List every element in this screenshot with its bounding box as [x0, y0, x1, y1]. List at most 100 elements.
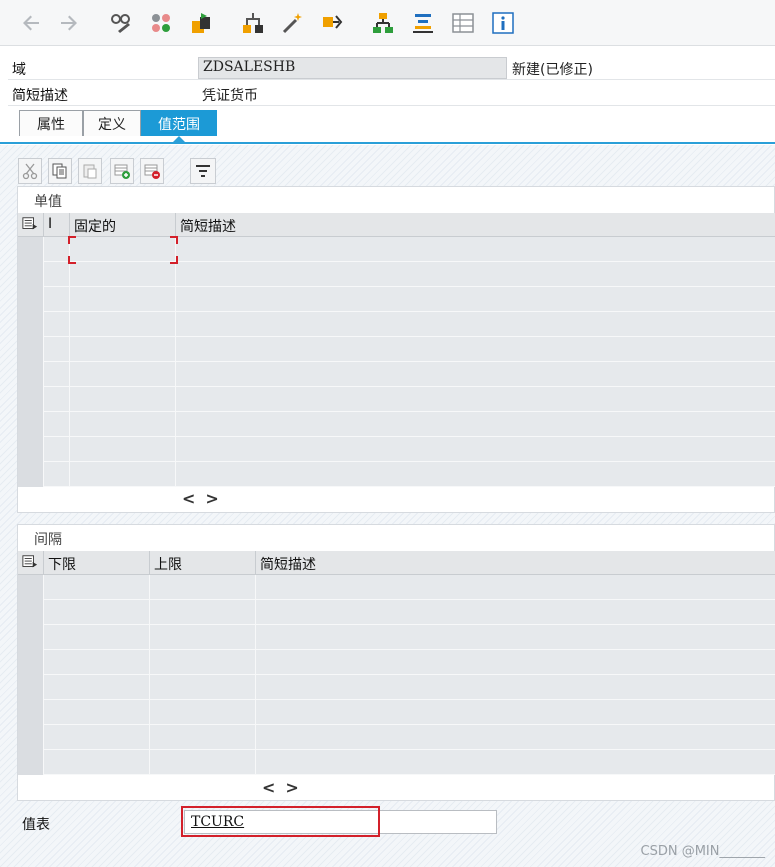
row-selector[interactable]	[18, 437, 44, 462]
single-value-cell[interactable]	[176, 237, 775, 262]
single-value-cell[interactable]	[44, 337, 70, 362]
interval-cell[interactable]	[150, 700, 256, 725]
row-selector[interactable]	[18, 387, 44, 412]
forward-arrow-icon[interactable]	[56, 10, 82, 36]
interval-cell[interactable]	[150, 575, 256, 600]
single-value-cell[interactable]	[44, 387, 70, 412]
row-selector[interactable]	[18, 650, 44, 675]
column-header-i[interactable]: I	[44, 213, 70, 237]
column-header-short-description[interactable]: 简短描述	[176, 213, 775, 237]
single-value-cell[interactable]	[70, 387, 176, 412]
interval-cell[interactable]	[256, 725, 775, 750]
interval-cell[interactable]	[150, 650, 256, 675]
interval-cell[interactable]	[256, 600, 775, 625]
single-value-cell[interactable]	[176, 437, 775, 462]
info-icon[interactable]	[490, 10, 516, 36]
column-header-short-description[interactable]: 简短描述	[256, 551, 775, 575]
single-value-cell[interactable]	[44, 312, 70, 337]
interval-cell[interactable]	[150, 625, 256, 650]
interval-cell[interactable]	[44, 625, 150, 650]
interval-cell[interactable]	[150, 750, 256, 775]
single-value-cell[interactable]	[176, 412, 775, 437]
row-selector[interactable]	[18, 312, 44, 337]
table-row[interactable]	[18, 412, 775, 437]
select-all-icon[interactable]	[18, 213, 44, 237]
scroll-right-icon[interactable]: >	[285, 778, 298, 797]
single-value-cell[interactable]	[70, 412, 176, 437]
scroll-right-icon[interactable]: >	[205, 489, 218, 508]
table-view-icon[interactable]	[450, 10, 476, 36]
single-value-cell[interactable]	[176, 362, 775, 387]
table-row[interactable]	[18, 600, 775, 625]
interval-cell[interactable]	[44, 725, 150, 750]
single-value-cell[interactable]	[70, 287, 176, 312]
single-value-cell[interactable]	[176, 337, 775, 362]
single-value-cell[interactable]	[44, 362, 70, 387]
single-value-cell[interactable]	[44, 462, 70, 487]
single-value-cell[interactable]	[70, 437, 176, 462]
table-row[interactable]	[18, 312, 775, 337]
interval-cell[interactable]	[150, 725, 256, 750]
tab-value-range[interactable]: 值范围	[141, 110, 217, 136]
table-row[interactable]	[18, 725, 775, 750]
interval-cell[interactable]	[44, 600, 150, 625]
row-selector[interactable]	[18, 337, 44, 362]
interval-cell[interactable]	[256, 750, 775, 775]
table-row[interactable]	[18, 625, 775, 650]
select-all-icon[interactable]	[18, 551, 44, 575]
navigate-object-icon[interactable]	[320, 10, 346, 36]
table-row[interactable]	[18, 650, 775, 675]
row-selector[interactable]	[18, 700, 44, 725]
table-row[interactable]	[18, 387, 775, 412]
single-value-cell[interactable]	[44, 412, 70, 437]
scroll-left-icon[interactable]: <	[182, 489, 195, 508]
scroll-left-icon[interactable]: <	[262, 778, 275, 797]
single-value-cell[interactable]	[176, 462, 775, 487]
table-row[interactable]	[18, 287, 775, 312]
column-header-fixed-value[interactable]: 固定的	[70, 213, 176, 237]
table-row[interactable]	[18, 750, 775, 775]
single-value-cell[interactable]	[176, 287, 775, 312]
paste-icon[interactable]	[78, 158, 102, 184]
table-row[interactable]	[18, 437, 775, 462]
single-value-cell[interactable]	[70, 262, 176, 287]
row-selector[interactable]	[18, 237, 44, 262]
insert-row-icon[interactable]	[110, 158, 134, 184]
column-header-lower-limit[interactable]: 下限	[44, 551, 150, 575]
single-value-cell[interactable]	[44, 262, 70, 287]
filter-icon[interactable]	[190, 158, 216, 184]
interval-cell[interactable]	[256, 625, 775, 650]
row-selector[interactable]	[18, 625, 44, 650]
interval-cell[interactable]	[256, 675, 775, 700]
table-row[interactable]	[18, 262, 775, 287]
interval-cell[interactable]	[44, 650, 150, 675]
single-value-cell[interactable]	[70, 312, 176, 337]
table-row[interactable]	[18, 675, 775, 700]
single-value-cell[interactable]	[70, 337, 176, 362]
activate-icon[interactable]	[188, 10, 214, 36]
single-value-cell[interactable]	[176, 262, 775, 287]
single-value-cell[interactable]	[44, 237, 70, 262]
interval-cell[interactable]	[44, 675, 150, 700]
single-value-cell[interactable]	[176, 387, 775, 412]
cut-icon[interactable]	[18, 158, 42, 184]
interval-cell[interactable]	[44, 575, 150, 600]
magic-wand-icon[interactable]	[280, 10, 306, 36]
single-value-cell[interactable]	[44, 437, 70, 462]
row-selector[interactable]	[18, 575, 44, 600]
table-row[interactable]	[18, 700, 775, 725]
check-icon[interactable]	[148, 10, 174, 36]
row-selector[interactable]	[18, 412, 44, 437]
interval-cell[interactable]	[150, 600, 256, 625]
copy-icon[interactable]	[48, 158, 72, 184]
hierarchy-icon[interactable]	[370, 10, 396, 36]
interval-cell[interactable]	[256, 575, 775, 600]
where-used-icon[interactable]	[240, 10, 266, 36]
table-row[interactable]	[18, 462, 775, 487]
column-header-upper-limit[interactable]: 上限	[150, 551, 256, 575]
single-value-cell[interactable]	[70, 362, 176, 387]
tab-attributes[interactable]: 属性	[19, 110, 83, 136]
interval-cell[interactable]	[44, 700, 150, 725]
table-row[interactable]	[18, 337, 775, 362]
row-selector[interactable]	[18, 675, 44, 700]
